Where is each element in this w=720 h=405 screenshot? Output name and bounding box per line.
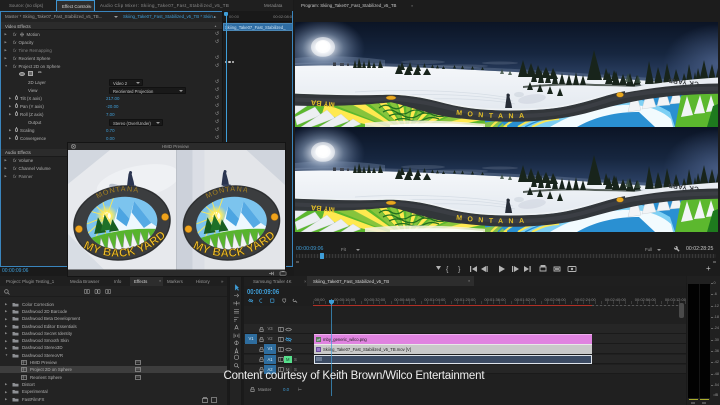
svg-text:}: } xyxy=(458,267,461,274)
svg-text:{: { xyxy=(446,267,449,274)
